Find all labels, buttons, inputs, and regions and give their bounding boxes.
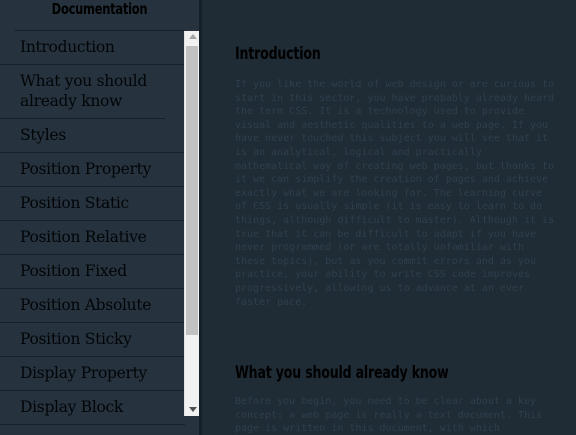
sidebar-scrollbar[interactable]	[184, 31, 199, 416]
documentation-page: Documentation Introduction What you shou…	[0, 0, 576, 435]
nav-link-styles[interactable]: Styles	[0, 119, 185, 153]
main-content: Introduction If you like the world of we…	[202, 0, 576, 435]
section-heading: Introduction	[235, 44, 321, 64]
scrollbar-thumb[interactable]	[186, 46, 198, 335]
nav-link-label: Position Relative	[20, 228, 147, 246]
nav-link-position-fixed[interactable]: Position Fixed	[0, 255, 185, 289]
nav-link-display-block[interactable]: Display Block	[0, 391, 185, 425]
scroll-down-arrow-icon[interactable]	[189, 407, 197, 412]
nav-link-position-relative[interactable]: Position Relative	[0, 221, 185, 255]
nav-link-position-sticky[interactable]: Position Sticky	[0, 323, 185, 357]
nav-link-position-property[interactable]: Position Property	[0, 153, 185, 187]
nav-list: Introduction What you should already kno…	[0, 31, 185, 425]
section-heading: What you should already know	[235, 363, 449, 383]
nav-link-display-property[interactable]: Display Property	[0, 357, 185, 391]
nav-link-label: Styles	[20, 126, 66, 144]
nav-link-label: Display Block	[20, 398, 123, 416]
scroll-up-arrow-icon[interactable]	[189, 34, 197, 39]
sidebar-title: Documentation	[14, 0, 185, 31]
nav-link-what-you-should-already-know[interactable]: What you should already know	[0, 65, 165, 119]
nav-link-label: What you should already know	[20, 72, 147, 110]
nav-link-label: Introduction	[20, 38, 115, 56]
section-paragraph: If you like the world of web design or a…	[235, 79, 555, 308]
nav-link-label: Position Static	[20, 194, 129, 212]
section-paragraph: Before you begin, you need to be clear a…	[235, 396, 543, 435]
nav-link-label: Display Property	[20, 364, 148, 382]
nav-link-position-static[interactable]: Position Static	[0, 187, 185, 221]
nav-link-position-absolute[interactable]: Position Absolute	[0, 289, 185, 323]
nav-link-introduction[interactable]: Introduction	[0, 31, 185, 65]
nav-link-label: Position Property	[20, 160, 152, 178]
nav-link-label: Position Sticky	[20, 330, 132, 348]
sidebar: Documentation Introduction What you shou…	[0, 0, 202, 435]
nav-link-label: Position Fixed	[20, 262, 127, 280]
nav-link-label: Position Absolute	[20, 296, 152, 314]
